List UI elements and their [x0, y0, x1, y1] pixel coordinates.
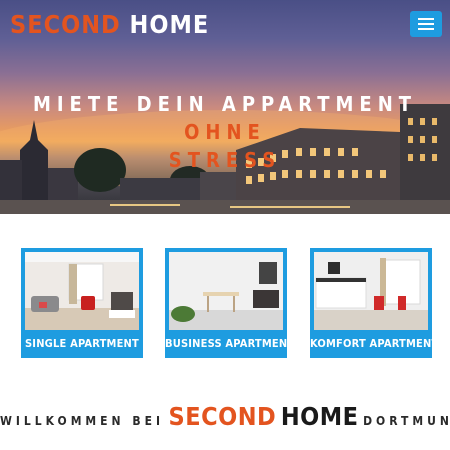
brand-logo-part1: SECOND	[10, 10, 121, 39]
welcome-heading: WILLKOMMEN BEI SECOND HOME DORTMUND	[0, 402, 450, 431]
card-label: SINGLE APARTMENT	[24, 337, 139, 350]
welcome-suffix: DORTMUND	[363, 414, 450, 428]
welcome-prefix: WILLKOMMEN BEI	[0, 414, 164, 428]
card-business-apartment[interactable]: BUSINESS APARTMENT	[165, 248, 295, 358]
brand-logo[interactable]: SECOND HOME	[10, 10, 209, 39]
hero-headline-orange: OHNE	[184, 120, 266, 144]
hero-headline-line2: STRESS	[168, 148, 282, 172]
welcome-brand-part2: HOME	[280, 402, 359, 431]
business-apartment-photo	[169, 252, 283, 330]
card-komfort-apartment[interactable]: KOMFORT APARTMENT	[310, 248, 439, 358]
brand-logo-part2: HOME	[129, 10, 210, 39]
hero-banner: SECOND HOME MIETE DEIN APPARTMENT OHNE S…	[0, 0, 450, 214]
komfort-apartment-photo	[314, 252, 428, 330]
welcome-brand-part1: SECOND	[168, 402, 277, 431]
hero-headline-white: MIETE DEIN APPARTMENT	[32, 92, 418, 116]
single-apartment-photo	[25, 252, 139, 330]
menu-button[interactable]	[410, 11, 442, 37]
hero-headline: MIETE DEIN APPARTMENT OHNE STRESS	[0, 90, 450, 174]
card-label: BUSINESS APARTMENT	[165, 337, 295, 350]
card-label: KOMFORT APARTMENT	[310, 337, 439, 350]
card-single-apartment[interactable]: SINGLE APARTMENT	[21, 248, 143, 358]
